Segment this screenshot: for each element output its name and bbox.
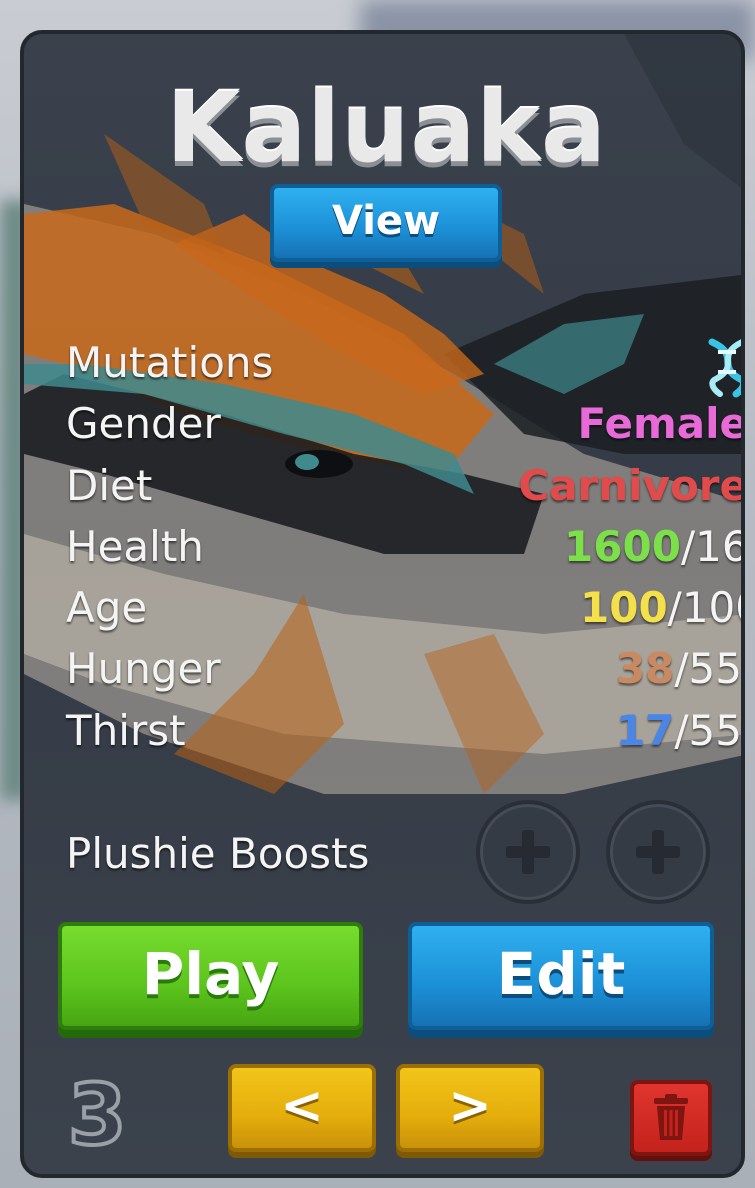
stat-row-diet: Diet Carnivore — [62, 460, 745, 522]
next-button[interactable]: > — [396, 1064, 544, 1152]
age-current: 100 — [580, 583, 668, 633]
thirst-current: 17 — [615, 705, 675, 755]
stat-row-thirst: Thirst 17/55 — [62, 705, 742, 767]
stat-row-age: Age 100/100 — [62, 583, 741, 644]
delete-button[interactable] — [630, 1080, 712, 1156]
stat-row-health: Health 1600/1600 — [62, 521, 745, 583]
health-current: 1600 — [564, 521, 681, 571]
edit-button[interactable]: Edit — [408, 922, 714, 1030]
previous-button[interactable]: < — [228, 1064, 376, 1152]
plushie-boosts-label: Plushie Boosts — [66, 829, 370, 878]
diet-label: Diet — [66, 460, 153, 510]
hunger-max: 55 — [688, 644, 742, 694]
thirst-value: 17/55 — [615, 705, 742, 755]
hunger-label: Hunger — [66, 644, 221, 694]
thirst-max: 55 — [688, 705, 742, 755]
stats-list: Mutations Gender Female Diet Carnivore H… — [62, 338, 745, 767]
play-button[interactable]: Play — [58, 922, 363, 1030]
hunger-current: 38 — [615, 644, 675, 694]
slot-number: 3 — [66, 1064, 128, 1166]
plushie-slot-1[interactable] — [476, 800, 580, 904]
creature-card: Kaluaka View Mutations Gender Female Die… — [20, 30, 745, 1178]
trash-icon — [654, 1094, 688, 1140]
health-label: Health — [66, 521, 204, 571]
age-value: 100/100 — [580, 583, 741, 633]
age-max: 100 — [681, 583, 741, 633]
gender-value: Female — [577, 399, 745, 449]
hunger-value: 38/55 — [615, 644, 742, 694]
gender-label: Gender — [66, 399, 221, 449]
plus-icon — [636, 830, 680, 874]
health-value: 1600/1600 — [564, 521, 745, 571]
stat-row-hunger: Hunger 38/55 — [62, 644, 742, 705]
health-max: 1600 — [695, 521, 745, 571]
age-label: Age — [66, 583, 148, 633]
plushie-slot-2[interactable] — [606, 800, 710, 904]
mutations-label: Mutations — [66, 338, 274, 387]
diet-value: Carnivore — [518, 460, 745, 510]
creature-name: Kaluaka — [166, 72, 607, 184]
view-button[interactable]: View — [270, 184, 502, 262]
dna-icon[interactable] — [702, 338, 745, 398]
thirst-label: Thirst — [66, 705, 186, 755]
stat-row-gender: Gender Female — [62, 399, 745, 460]
stat-row-mutations: Mutations — [62, 338, 745, 399]
plus-icon — [506, 830, 550, 874]
